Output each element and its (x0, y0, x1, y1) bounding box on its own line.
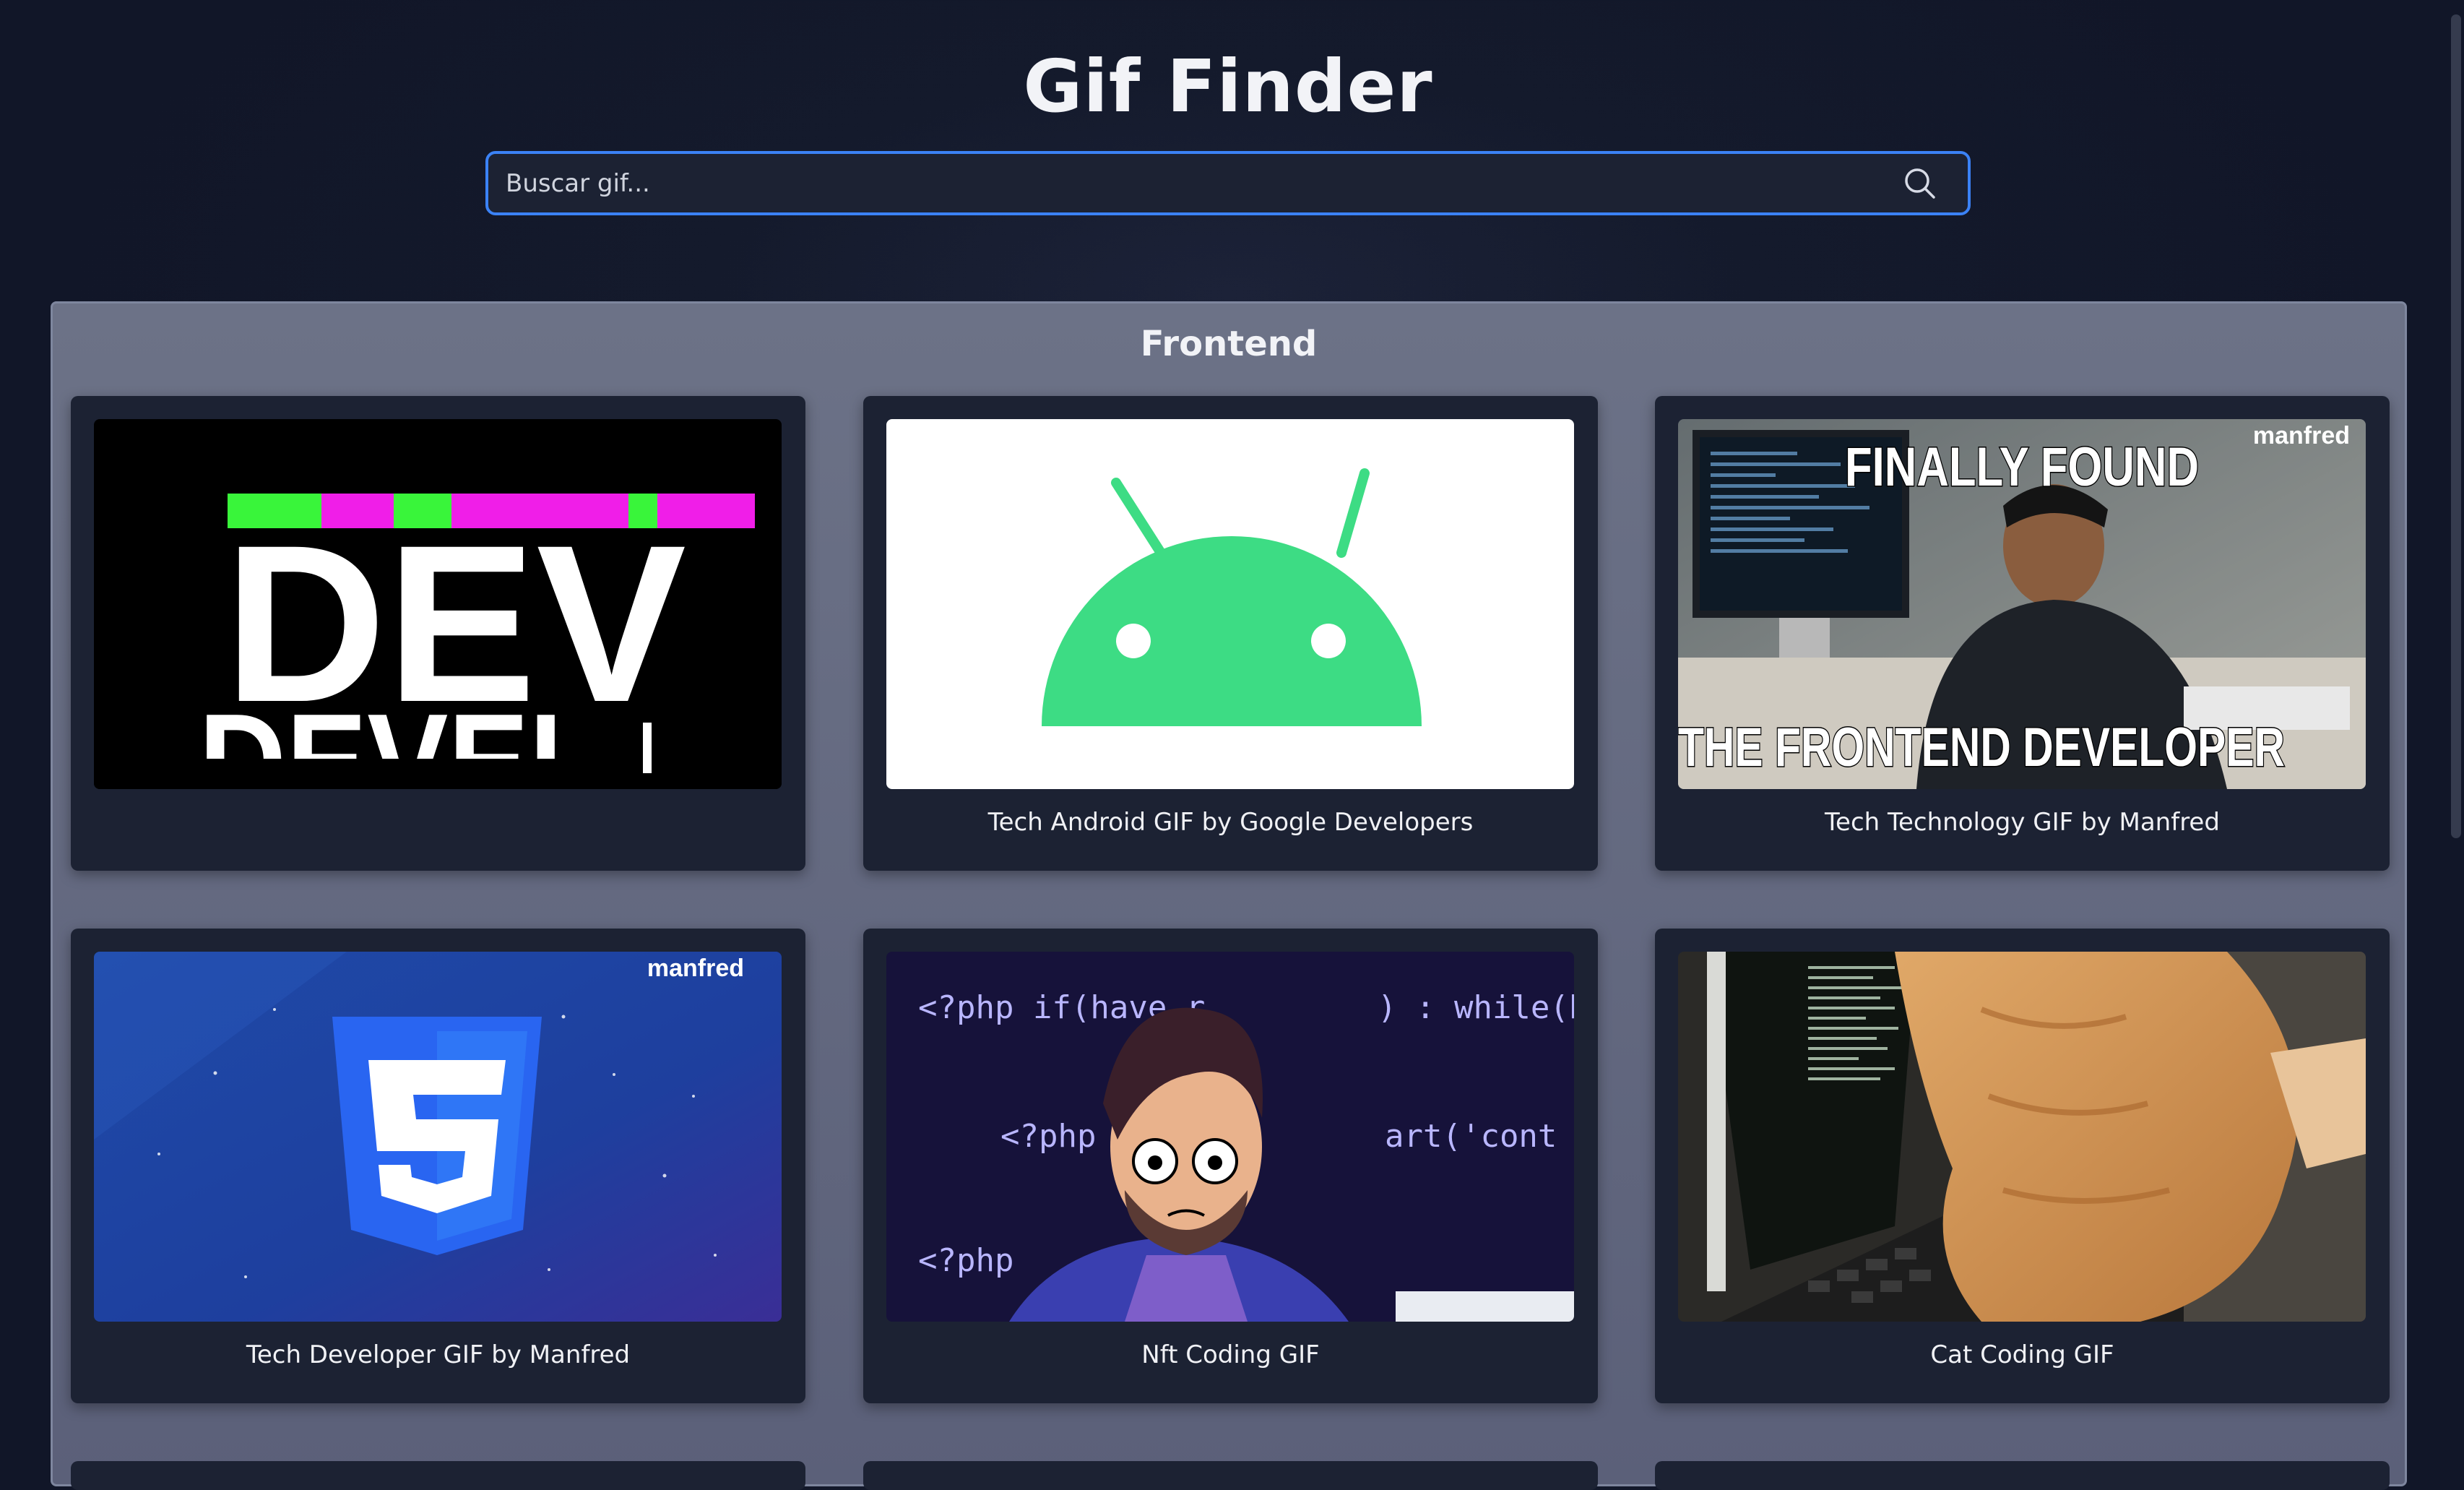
gif-thumbnail-css3: manfred (94, 952, 782, 1322)
gif-card[interactable]: Tech Android GIF by Google Developers (863, 396, 1598, 871)
search-bar (485, 151, 1971, 215)
gif-thumbnail-android (886, 419, 1574, 789)
gif-card[interactable]: Cat Coding GIF (1655, 929, 2390, 1403)
search-icon[interactable] (1894, 158, 1946, 210)
manfred-watermark: manfred (647, 955, 744, 982)
overlay-bottom-text: THE FRONTEND DEVELOPER (1678, 717, 2285, 778)
gif-title: Tech Technology GIF by Manfred (1825, 808, 2220, 837)
section-title: Frontend (1140, 324, 1318, 364)
gif-title: Nft Coding GIF (1141, 1340, 1320, 1369)
gif-title: Tech Developer GIF by Manfred (246, 1340, 631, 1369)
gif-card[interactable]: manfred Tech Developer GIF by Manfred (71, 929, 805, 1403)
gif-thumbnail-cat-coding (1678, 952, 2366, 1322)
gif-card[interactable]: DEV DEVEL (71, 396, 805, 871)
gif-card[interactable] (71, 1461, 805, 1490)
overlay-top-text: FINALLY FOUND (1845, 436, 2199, 498)
page-scrollbar[interactable] (2451, 14, 2461, 838)
gif-thumbnail-dev: DEV DEVEL (94, 419, 782, 789)
gif-card[interactable] (863, 1461, 1598, 1490)
code-line: art('cont (1385, 1118, 1557, 1155)
gif-thumbnail-php-coder: <?php if(have_r ) : while(ha <?php ge ar… (886, 952, 1574, 1322)
gif-section: Frontend DEV DEVEL Tech Android GIF by G… (51, 301, 2407, 1490)
gif-title: Cat Coding GIF (1930, 1340, 2114, 1369)
gif-title: Tech Android GIF by Google Developers (987, 808, 1474, 837)
gif-card[interactable]: FINALLY FOUND THE FRONTEND DEVELOPER man… (1655, 396, 2390, 871)
gif-card[interactable]: <?php if(have_r ) : while(ha <?php ge ar… (863, 929, 1598, 1403)
gif-thumbnail-frontend-developer: FINALLY FOUND THE FRONTEND DEVELOPER man… (1678, 419, 2366, 789)
page-title: Gif Finder (1023, 44, 1433, 129)
code-line: <?php (918, 1242, 1013, 1279)
gif-card[interactable] (1655, 1461, 2390, 1490)
search-input[interactable] (488, 154, 1894, 212)
manfred-watermark: manfred (2253, 422, 2350, 449)
code-line: ) : while(ha (1378, 989, 1574, 1026)
